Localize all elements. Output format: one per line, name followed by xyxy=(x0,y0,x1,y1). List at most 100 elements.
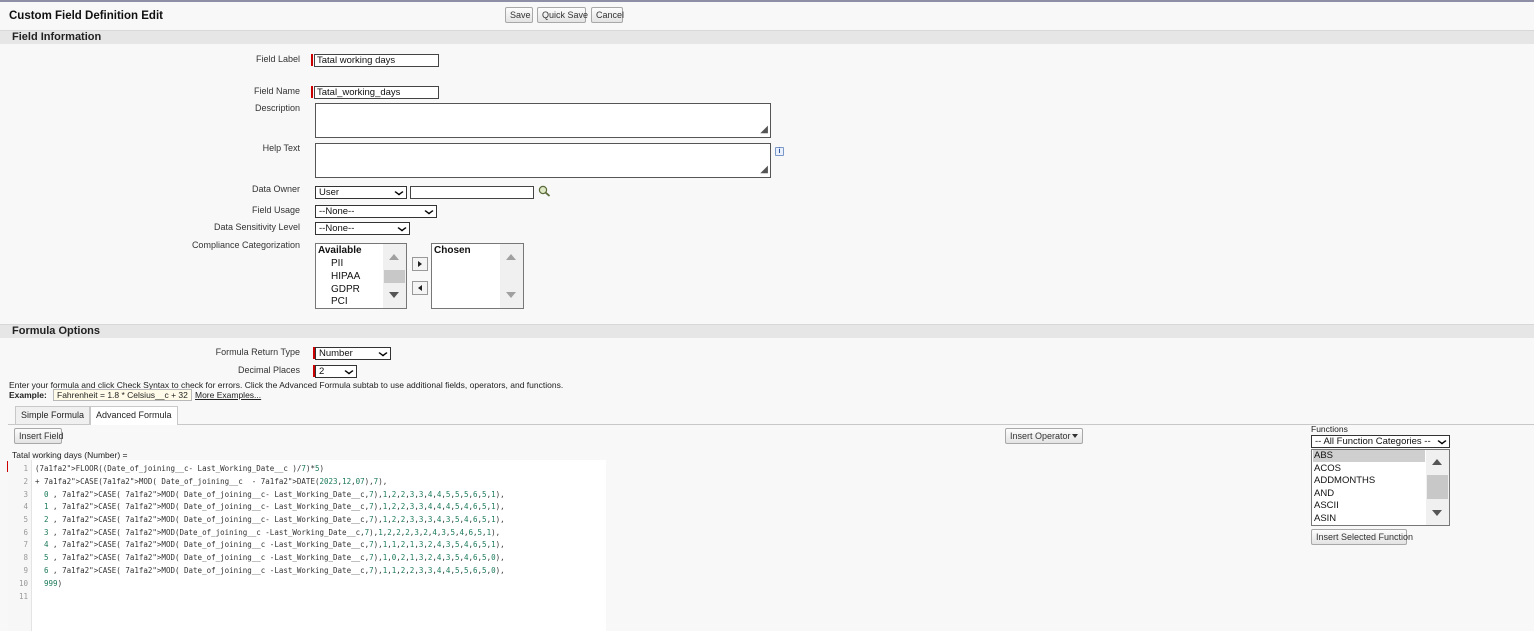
line-number: 4 xyxy=(23,502,28,511)
code-line: 0 , 7a1fa2">CASE( 7a1fa2">MOD( Date_of_j… xyxy=(44,490,505,499)
line-number: 5 xyxy=(23,515,28,524)
data-owner-select[interactable]: User xyxy=(315,186,407,199)
data-owner-lookup-input[interactable] xyxy=(410,186,534,199)
return-type-select[interactable]: Number xyxy=(315,347,391,360)
list-item[interactable]: ASIN xyxy=(1313,513,1425,525)
list-item[interactable]: ACOS xyxy=(1313,463,1425,475)
chevron-down-icon xyxy=(1437,437,1447,445)
scrollbar[interactable] xyxy=(1426,450,1449,525)
scroll-down-icon[interactable] xyxy=(389,292,399,298)
insert-operator-button[interactable]: Insert Operator xyxy=(1005,428,1083,444)
field-usage-select[interactable]: --None-- xyxy=(315,205,437,218)
line-number: 6 xyxy=(23,528,28,537)
line-number: 8 xyxy=(23,553,28,562)
description-textarea[interactable]: ◢ xyxy=(315,103,771,138)
function-category-value: -- All Function Categories -- xyxy=(1315,436,1431,447)
code-line: 999) xyxy=(44,579,63,588)
field-usage-value: --None-- xyxy=(319,206,355,217)
formula-editor[interactable]: 1 2 3 4 5 6 7 8 9 10 11 (7a1fa2">FLOOR((… xyxy=(8,460,606,631)
tab-advanced-formula[interactable]: Advanced Formula xyxy=(90,406,178,425)
line-number: 1 xyxy=(23,464,28,473)
save-button[interactable]: Save xyxy=(505,7,533,23)
cancel-button[interactable]: Cancel xyxy=(591,7,624,23)
info-icon[interactable]: i xyxy=(775,147,784,156)
top-border xyxy=(0,0,1534,2)
description-label: Description xyxy=(254,103,300,113)
line-number-gutter: 1 2 3 4 5 6 7 8 9 10 11 xyxy=(8,460,32,631)
function-listbox[interactable]: ABS ACOS ADDMONTHS AND ASCII ASIN xyxy=(1311,449,1450,526)
list-item[interactable]: PCI xyxy=(331,296,348,307)
example-label: Example: xyxy=(9,390,47,400)
list-item[interactable]: GDPR xyxy=(331,284,360,295)
formula-title: Tatal working days (Number) = xyxy=(12,450,128,460)
code-line: 2 , 7a1fa2">CASE( 7a1fa2">MOD( Date_of_j… xyxy=(44,515,505,524)
data-sensitivity-select[interactable]: --None-- xyxy=(315,222,410,235)
list-item[interactable]: HIPAA xyxy=(331,271,360,282)
line-number: 7 xyxy=(23,540,28,549)
lookup-search-icon[interactable] xyxy=(538,185,551,197)
data-owner-value: User xyxy=(319,187,340,198)
help-text-textarea[interactable]: ◢ xyxy=(315,143,771,178)
caret-down-icon xyxy=(1072,434,1078,438)
code-line: 1 , 7a1fa2">CASE( 7a1fa2">MOD( Date_of_j… xyxy=(44,502,505,511)
chosen-header: Chosen xyxy=(434,245,471,256)
code-line: 5 , 7a1fa2">CASE( 7a1fa2">MOD( Date_of_j… xyxy=(44,553,505,562)
compliance-label: Compliance Categorization xyxy=(191,240,300,250)
functions-title: Functions xyxy=(1311,424,1348,434)
list-item[interactable]: PII xyxy=(331,258,343,269)
available-listbox[interactable]: Available PII HIPAA GDPR PCI xyxy=(315,243,407,309)
return-type-label: Formula Return Type xyxy=(215,347,300,357)
code-line: 4 , 7a1fa2">CASE( 7a1fa2">MOD( Date_of_j… xyxy=(44,540,505,549)
scroll-up-icon[interactable] xyxy=(1432,459,1442,465)
scroll-down-icon[interactable] xyxy=(1432,510,1442,516)
scroll-up-icon[interactable] xyxy=(389,254,399,260)
field-name-input[interactable]: Tatal_working_days xyxy=(314,86,439,99)
scrollbar[interactable] xyxy=(383,244,406,308)
resize-grip-icon[interactable]: ◢ xyxy=(760,125,768,135)
field-label-label: Field Label xyxy=(255,54,300,64)
list-item[interactable]: ASCII xyxy=(1313,500,1425,512)
field-label-input[interactable]: Tatal working days xyxy=(314,54,439,67)
tab-simple-formula[interactable]: Simple Formula xyxy=(15,406,91,424)
help-text-label: Help Text xyxy=(262,143,300,153)
page-title: Custom Field Definition Edit xyxy=(9,10,163,22)
chevron-down-icon xyxy=(344,367,354,375)
data-owner-label: Data Owner xyxy=(251,184,300,194)
scroll-thumb[interactable] xyxy=(384,270,405,283)
line-number: 9 xyxy=(23,566,28,575)
insert-field-button[interactable]: Insert Field xyxy=(14,428,64,444)
required-indicator xyxy=(311,54,313,66)
scrollbar[interactable] xyxy=(500,244,523,308)
code-line: + 7a1fa2">CASE(7a1fa2">MOD( Date_of_join… xyxy=(35,477,388,486)
decimal-places-value: 2 xyxy=(319,366,325,377)
available-header: Available xyxy=(318,245,362,256)
chevron-down-icon xyxy=(378,349,388,357)
decimal-places-select[interactable]: 2 xyxy=(315,365,357,378)
move-left-button[interactable] xyxy=(412,281,428,295)
code-line: 6 , 7a1fa2">CASE( 7a1fa2">MOD( Date_of_j… xyxy=(44,566,505,575)
scroll-up-icon[interactable] xyxy=(506,254,516,260)
scroll-thumb[interactable] xyxy=(1427,475,1448,499)
resize-grip-icon[interactable]: ◢ xyxy=(760,165,768,175)
example-box: Fahrenheit = 1.8 * Celsius__c + 32 xyxy=(53,389,192,401)
chevron-down-icon xyxy=(394,188,404,196)
list-item[interactable]: AND xyxy=(1313,488,1425,500)
move-right-button[interactable] xyxy=(412,257,428,271)
chevron-down-icon xyxy=(424,207,434,215)
code-line: (7a1fa2">FLOOR((Date_of_joining__c- Last… xyxy=(35,464,324,473)
list-item[interactable]: ABS xyxy=(1313,450,1425,462)
scroll-down-icon[interactable] xyxy=(506,292,516,298)
field-name-label: Field Name xyxy=(253,86,300,96)
line-number: 10 xyxy=(18,579,28,588)
line-number: 11 xyxy=(18,592,28,601)
function-category-select[interactable]: -- All Function Categories -- xyxy=(1311,435,1450,448)
list-item[interactable]: ADDMONTHS xyxy=(1313,475,1425,487)
more-examples-link[interactable]: More Examples... xyxy=(195,390,261,400)
tab-divider xyxy=(8,424,1534,425)
field-usage-label: Field Usage xyxy=(251,205,300,215)
insert-selected-function-button[interactable]: Insert Selected Function xyxy=(1311,529,1413,545)
field-information-header: Field Information xyxy=(0,30,1534,44)
quick-save-button[interactable]: Quick Save xyxy=(537,7,588,23)
chosen-listbox[interactable]: Chosen xyxy=(431,243,524,309)
arrow-right-icon xyxy=(418,261,422,267)
